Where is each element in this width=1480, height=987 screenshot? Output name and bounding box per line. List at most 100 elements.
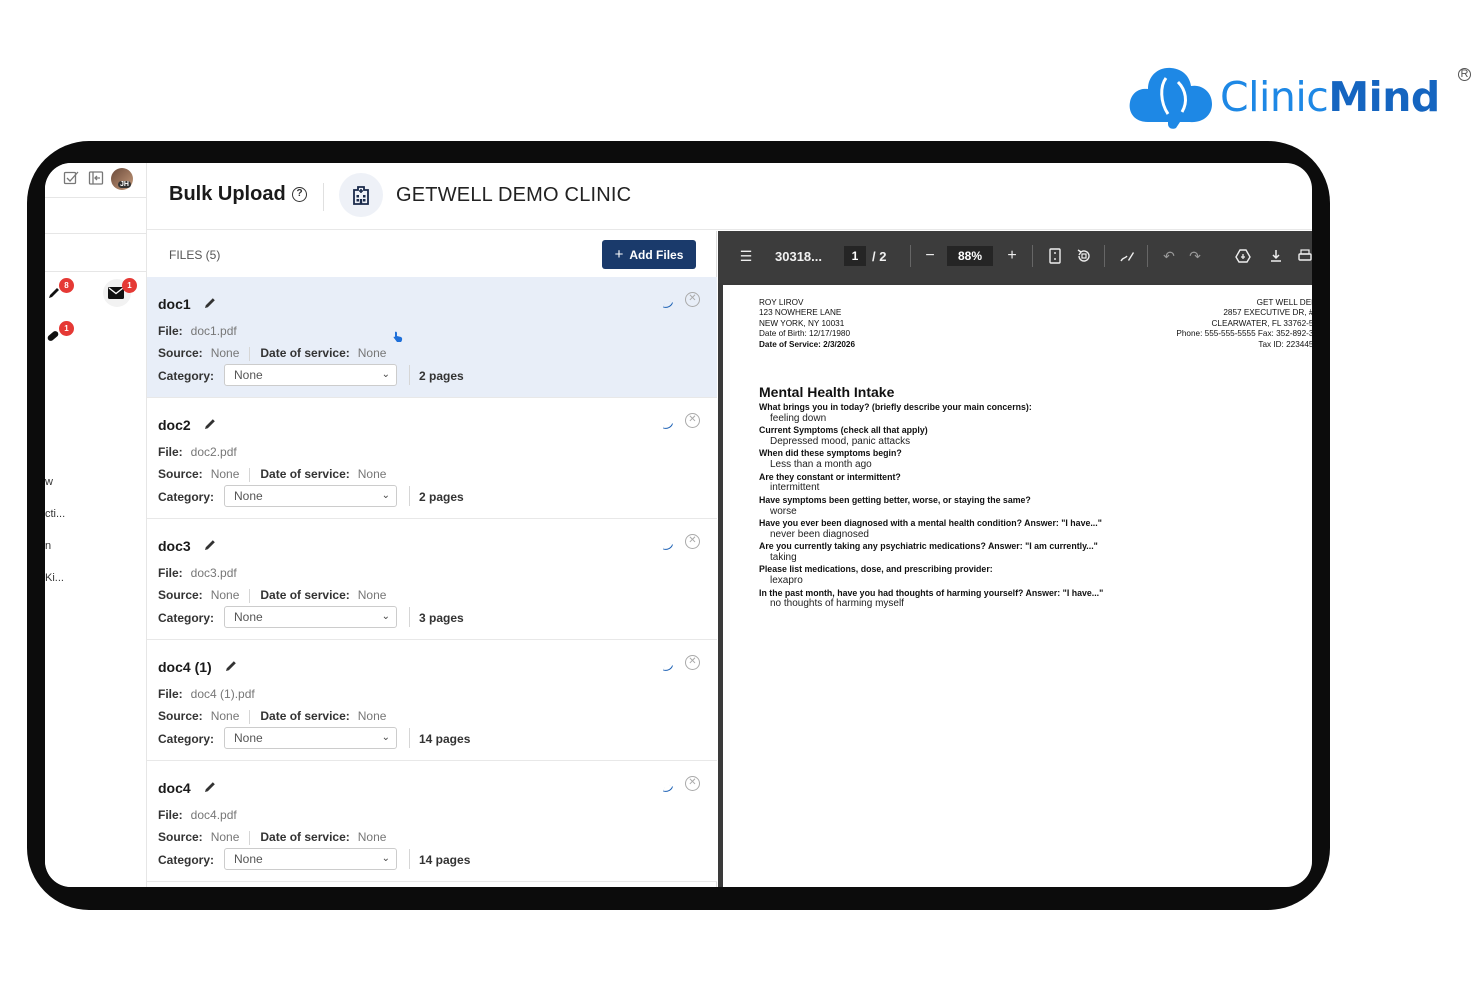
file-card[interactable]: doc2 ✕ File: doc2.pdf Source: None Date of ser…	[147, 398, 717, 519]
file-card[interactable]: doc4 ✕ File: doc4.pdf Source: None Date of ser…	[147, 761, 717, 882]
toolbar-separator	[1032, 245, 1033, 267]
divider	[249, 588, 251, 603]
divider	[249, 346, 251, 361]
undo-icon[interactable]: ↶	[1161, 248, 1177, 264]
source-row: Source: None Date of service: None	[158, 588, 386, 603]
loading-spinner-icon	[662, 783, 674, 795]
category-row: Category:	[158, 732, 214, 746]
intake-answer: never been diagnosed	[770, 528, 869, 540]
source-row: Source: None Date of service: None	[158, 467, 386, 482]
sidebar-item-label[interactable]: Ki...	[45, 572, 64, 584]
form-title: Mental Health Intake	[759, 384, 895, 400]
edit-name-pencil-icon[interactable]	[203, 417, 217, 431]
remove-file-icon[interactable]: ✕	[685, 292, 700, 307]
remove-file-icon[interactable]: ✕	[685, 534, 700, 549]
clinic-line: CLEARWATER, FL 33762-55	[1211, 318, 1312, 328]
file-row: File: doc4.pdf	[158, 808, 237, 822]
remove-file-icon[interactable]: ✕	[685, 413, 700, 428]
help-icon[interactable]: ?	[292, 187, 307, 202]
date-of-service-label: Date of service:	[260, 588, 350, 602]
intake-question: Are they constant or intermittent?	[759, 471, 901, 482]
intake-answer: lexapro	[770, 575, 803, 587]
loading-spinner-icon	[662, 662, 674, 674]
patient-line: Date of Service: 2/3/2026	[759, 339, 856, 349]
divider	[249, 709, 251, 724]
category-select[interactable]: None ⌄	[224, 364, 397, 386]
sidebar-divider	[45, 197, 147, 198]
intake-answer: worse	[770, 505, 797, 517]
category-label: Category:	[158, 490, 215, 504]
redo-icon[interactable]: ↷	[1187, 248, 1203, 264]
file-card[interactable]: doc4 (1) ✕ File: doc4 (1).pdf Source: None Dat…	[147, 640, 717, 761]
intake-answer: no thoughts of harming myself	[770, 598, 904, 610]
edit-name-pencil-icon[interactable]	[203, 780, 217, 794]
source-row: Source: None Date of service: None	[158, 346, 386, 361]
cloud-head-logo-icon	[1129, 67, 1212, 129]
toolbar-separator	[1147, 245, 1148, 267]
rotate-icon[interactable]	[1076, 248, 1092, 264]
sidebar-item-label[interactable]: n	[45, 540, 51, 552]
page-number-input[interactable]: 1	[844, 246, 866, 266]
hospital-building-icon	[353, 186, 369, 205]
category-label: Category:	[158, 369, 215, 383]
patient-line: ROY LIROV	[759, 298, 804, 307]
file-card[interactable]: doc1 ✕ File: doc1.pdf Source: None Date of ser…	[147, 277, 717, 398]
remove-file-icon[interactable]: ✕	[685, 776, 700, 791]
menu-icon[interactable]: ☰	[738, 248, 754, 264]
chevron-down-icon: ⌄	[381, 369, 390, 380]
fit-page-icon[interactable]	[1047, 248, 1063, 264]
category-select[interactable]: None ⌄	[224, 485, 397, 507]
file-row: File: doc4 (1).pdf	[158, 687, 255, 701]
clinic-line: Tax ID: 2234457	[1258, 339, 1312, 349]
pill-icon[interactable]	[46, 329, 60, 343]
chevron-down-icon: ⌄	[381, 732, 390, 743]
category-select[interactable]: None ⌄	[224, 848, 397, 870]
zoom-level[interactable]: 88%	[947, 246, 993, 266]
edit-name-pencil-icon[interactable]	[203, 538, 217, 552]
zoom-in-icon[interactable]: +	[1004, 248, 1020, 264]
remove-file-icon[interactable]: ✕	[685, 655, 700, 670]
file-label: File:	[158, 687, 183, 701]
edit-name-pencil-icon[interactable]	[203, 296, 217, 310]
page-count: 2 pages	[419, 369, 464, 383]
file-name: doc4	[158, 780, 191, 796]
patient-line: 123 NOWHERE LANE	[759, 308, 842, 318]
draw-annotation-icon[interactable]	[1119, 248, 1135, 264]
clinic-switcher[interactable]	[339, 173, 383, 217]
file-name: doc3	[158, 538, 191, 554]
task-check-icon[interactable]	[63, 170, 79, 186]
download-icon[interactable]	[1268, 248, 1284, 264]
sidebar-item-label[interactable]: w	[45, 476, 53, 488]
divider	[409, 486, 410, 506]
edit-name-pencil-icon[interactable]	[224, 659, 238, 673]
drive-save-icon[interactable]	[1235, 248, 1251, 264]
add-files-button[interactable]: + Add Files	[602, 240, 696, 269]
file-label: File:	[158, 445, 183, 459]
date-of-service-label: Date of service:	[260, 346, 350, 360]
category-value: None	[234, 852, 263, 866]
zoom-out-icon[interactable]: −	[922, 248, 938, 264]
source-value: None	[210, 467, 240, 481]
source-label: Source:	[158, 830, 203, 844]
category-select[interactable]: None ⌄	[224, 727, 397, 749]
date-of-service-value: None	[357, 346, 387, 360]
collapse-sidebar-icon[interactable]	[88, 170, 104, 186]
category-select[interactable]: None ⌄	[224, 606, 397, 628]
intake-question: In the past month, have you had thoughts…	[759, 587, 1104, 598]
app-screen: JH 8 1 1 w cti... n Ki... Bulk Upload ? …	[45, 163, 1312, 887]
file-row: File: doc2.pdf	[158, 445, 237, 459]
file-filename: doc3.pdf	[190, 566, 237, 580]
file-card[interactable]: doc3 ✕ File: doc3.pdf Source: None Date of ser…	[147, 519, 717, 640]
registered-mark: R	[1458, 68, 1471, 81]
print-icon[interactable]	[1297, 248, 1312, 264]
source-label: Source:	[158, 467, 203, 481]
category-row: Category:	[158, 611, 214, 625]
toolbar-separator	[910, 245, 911, 267]
category-row: Category:	[158, 490, 214, 504]
file-row: File: doc3.pdf	[158, 566, 237, 580]
category-row: Category:	[158, 853, 214, 867]
sidebar-item-label[interactable]: cti...	[45, 508, 65, 520]
category-value: None	[234, 368, 263, 382]
file-filename: doc1.pdf	[190, 324, 237, 338]
source-label: Source:	[158, 346, 203, 360]
